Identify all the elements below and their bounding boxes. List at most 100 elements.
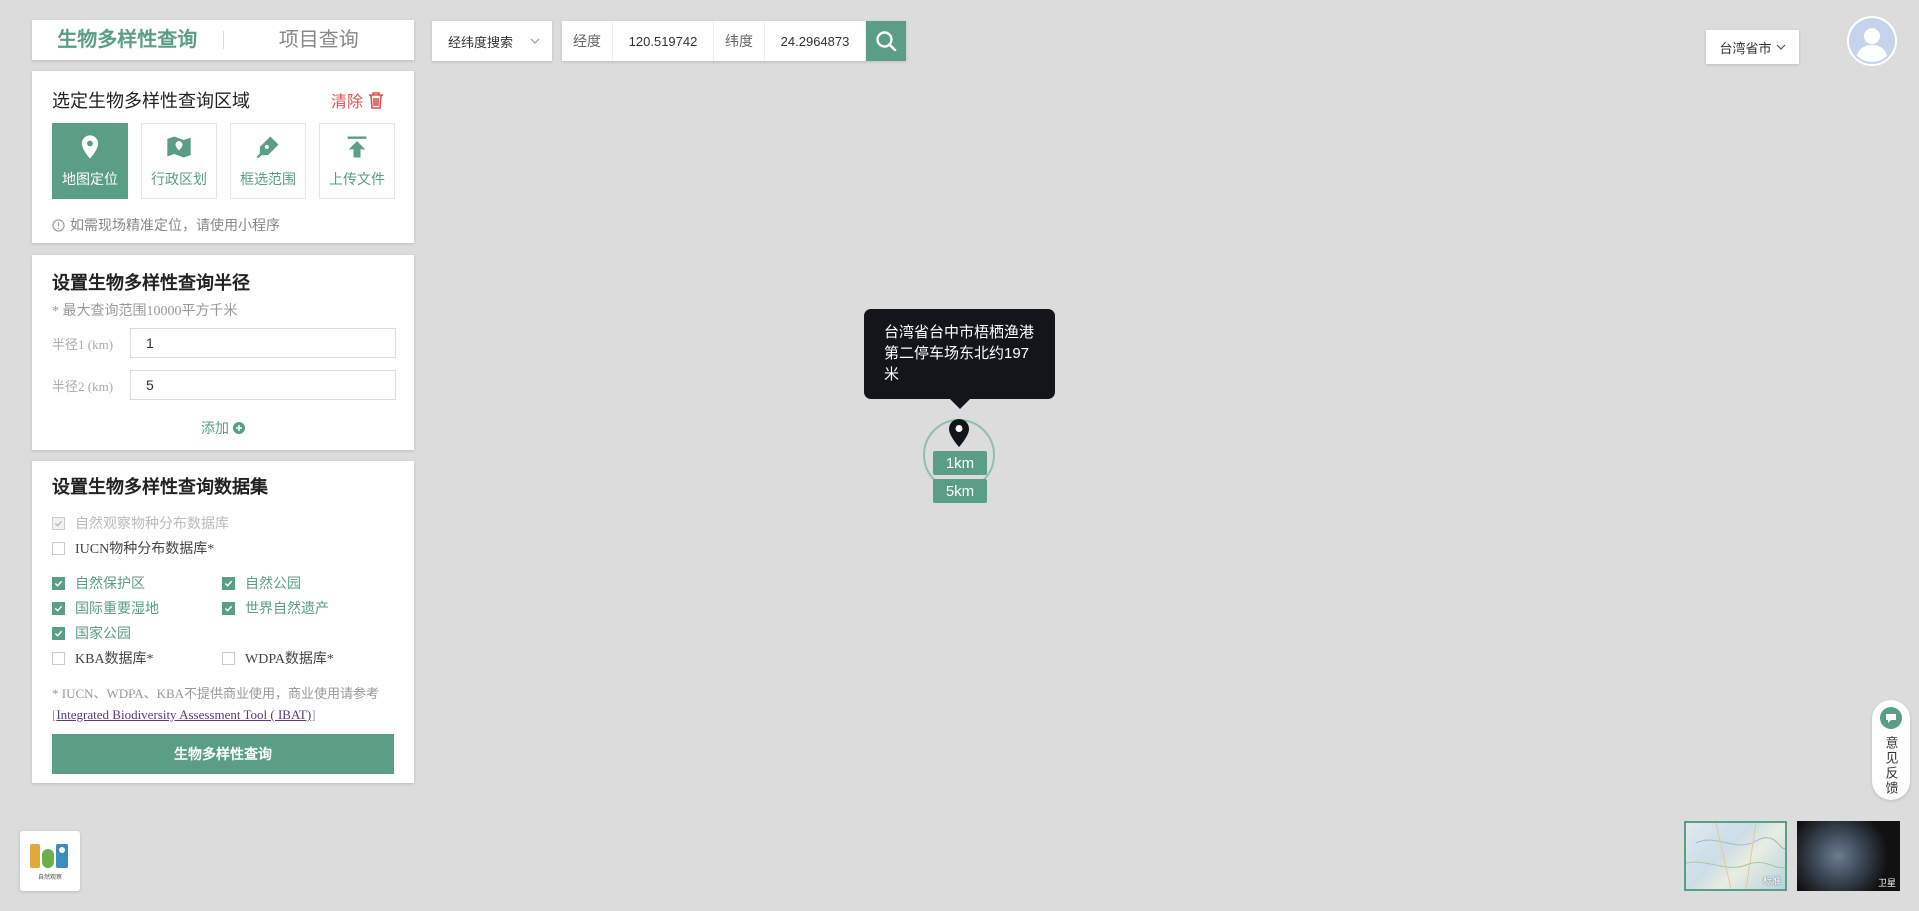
method-label: 行政区划 [151,171,207,187]
tab-biodiversity-query[interactable]: 生物多样性查询 [32,20,223,60]
latitude-input[interactable]: 24.2964873 [765,21,866,61]
checkbox-box [52,576,65,590]
mini-program-hint: 如需现场精准定位，请使用小程序 [52,215,280,235]
radius-badge-1km: 1km [933,451,987,475]
region-select[interactable]: 台湾省市 [1706,30,1799,64]
map-marker-icon[interactable] [948,418,970,448]
method-admin-division[interactable]: 行政区划 [141,123,217,199]
feedback-button[interactable]: 意见反馈 [1872,700,1910,800]
checkbox-label: 国家公园 [75,625,131,641]
footnote-suffix: ] [311,707,316,722]
method-label: 框选范围 [240,171,296,187]
checkbox-kba[interactable]: KBA数据库* [52,648,154,668]
radius-2-input[interactable] [130,370,396,400]
query-radius-panel: 设置生物多样性查询半径 * 最大查询范围10000平方千米 半径1 (km) 半… [32,255,414,450]
add-radius-label: 添加 [201,420,230,436]
tooltip-arrow [949,398,971,409]
checkbox-label: 自然保护区 [75,575,145,591]
clear-label: 清除 [330,94,363,111]
checkbox-box [52,541,65,555]
search-button[interactable] [866,21,906,61]
query-area-title: 选定生物多样性查询区域 [52,91,250,111]
user-icon [1849,18,1895,64]
dataset-title: 设置生物多样性查询数据集 [52,477,268,497]
checkbox-nature-reserve[interactable]: 自然保护区 [52,573,145,593]
checkbox-box [222,601,235,615]
checkbox-box [222,576,235,590]
info-icon [52,218,65,232]
coordinate-search-group: 经度 120.519742 纬度 24.2964873 [562,21,906,61]
app-logo[interactable]: 自然观察 [20,831,80,891]
chat-bubble-icon [1880,707,1902,729]
checkbox-world-heritage[interactable]: 世界自然遗产 [222,598,329,618]
add-radius-button[interactable]: 添加 [32,418,414,438]
checkbox-national-park[interactable]: 国家公园 [52,623,131,643]
tab-project-query[interactable]: 项目查询 [224,20,415,60]
longitude-input[interactable]: 120.519742 [613,21,714,61]
method-map-location[interactable]: 地图定位 [52,123,128,199]
max-range-note: * 最大查询范围10000平方千米 [52,304,238,319]
check-icon [224,605,233,612]
clear-button[interactable]: 清除 [331,88,384,112]
checkbox-box [52,516,65,530]
ibat-link[interactable]: Integrated Biodiversity Assessment Tool … [56,707,311,722]
dataset-panel: 设置生物多样性查询数据集 自然观察物种分布数据库 IUCN物种分布数据库* 自然… [32,461,414,783]
radius-1-label: 半径1 (km) [52,336,114,352]
user-avatar[interactable] [1847,16,1897,66]
map-pin-icon [81,135,99,159]
radius-row-1: 半径1 (km) [52,328,396,358]
region-value: 台湾省市 [1719,40,1772,56]
method-box-select[interactable]: 框选范围 [230,123,306,199]
chevron-down-icon [530,38,540,44]
check-icon [54,630,63,637]
map-type-satellite[interactable]: 卫星 [1797,821,1900,891]
checkbox-label: WDPA数据库* [245,652,334,667]
checkbox-nature-observation[interactable]: 自然观察物种分布数据库 [52,513,229,533]
map-region-icon [167,136,191,158]
method-label: 上传文件 [329,171,385,187]
radius-2-label: 半径2 (km) [52,378,114,394]
search-mode-select[interactable]: 经纬度搜索 [432,21,552,61]
biodiversity-query-button[interactable]: 生物多样性查询 [52,734,394,774]
checkbox-iucn[interactable]: IUCN物种分布数据库* [52,538,214,558]
checkbox-box [52,626,65,640]
logo-text: 自然观察 [37,875,62,881]
pen-icon [256,136,279,159]
radius-row-2: 半径2 (km) [52,370,396,400]
search-icon [876,31,897,52]
checkbox-label: 自然观察物种分布数据库 [75,515,229,531]
checkbox-nature-park[interactable]: 自然公园 [222,573,301,593]
checkbox-label: 自然公园 [245,575,301,591]
trash-icon [369,92,383,109]
upload-icon [347,136,367,158]
method-upload-file[interactable]: 上传文件 [319,123,395,199]
map-type-standard[interactable]: 标准 [1684,821,1787,891]
check-icon [54,580,63,587]
checkbox-intl-wetland[interactable]: 国际重要湿地 [52,598,159,618]
query-type-tabs: 生物多样性查询 项目查询 [32,20,414,60]
checkbox-box [52,651,65,665]
checkbox-wdpa[interactable]: WDPA数据库* [222,648,334,668]
logo-mark-icon [30,844,68,868]
longitude-label: 经度 [562,21,613,61]
query-radius-title: 设置生物多样性查询半径 [52,273,250,293]
commercial-use-note: * IUCN、WDPA、KBA不提供商业使用，商业使用请参考[Integrate… [52,683,394,725]
checkbox-box [52,601,65,615]
radius-1-input[interactable] [130,328,396,358]
feedback-label: 意见反馈 [1883,736,1899,796]
map-type-label: 标准 [1762,876,1781,886]
query-method-list: 地图定位 行政区划 框选范围 上传文件 [52,123,395,199]
map-type-label: 卫星 [1877,878,1896,888]
plus-circle-icon [232,422,245,434]
check-icon [54,520,63,527]
check-icon [54,605,63,612]
check-icon [224,580,233,587]
checkbox-box [222,651,235,665]
hint-text: 如需现场精准定位，请使用小程序 [70,217,280,233]
radius-badge-5km: 5km [933,479,987,503]
latitude-label: 纬度 [714,21,765,61]
query-area-panel: 选定生物多样性查询区域 清除 地图定位 行政区划 框选范围 上传文件 如需现场精… [32,71,414,243]
chevron-down-icon [1776,44,1785,50]
location-tooltip: 台湾省台中市梧栖渔港第二停车场东北约197米 [864,309,1055,399]
method-label: 地图定位 [62,171,118,187]
